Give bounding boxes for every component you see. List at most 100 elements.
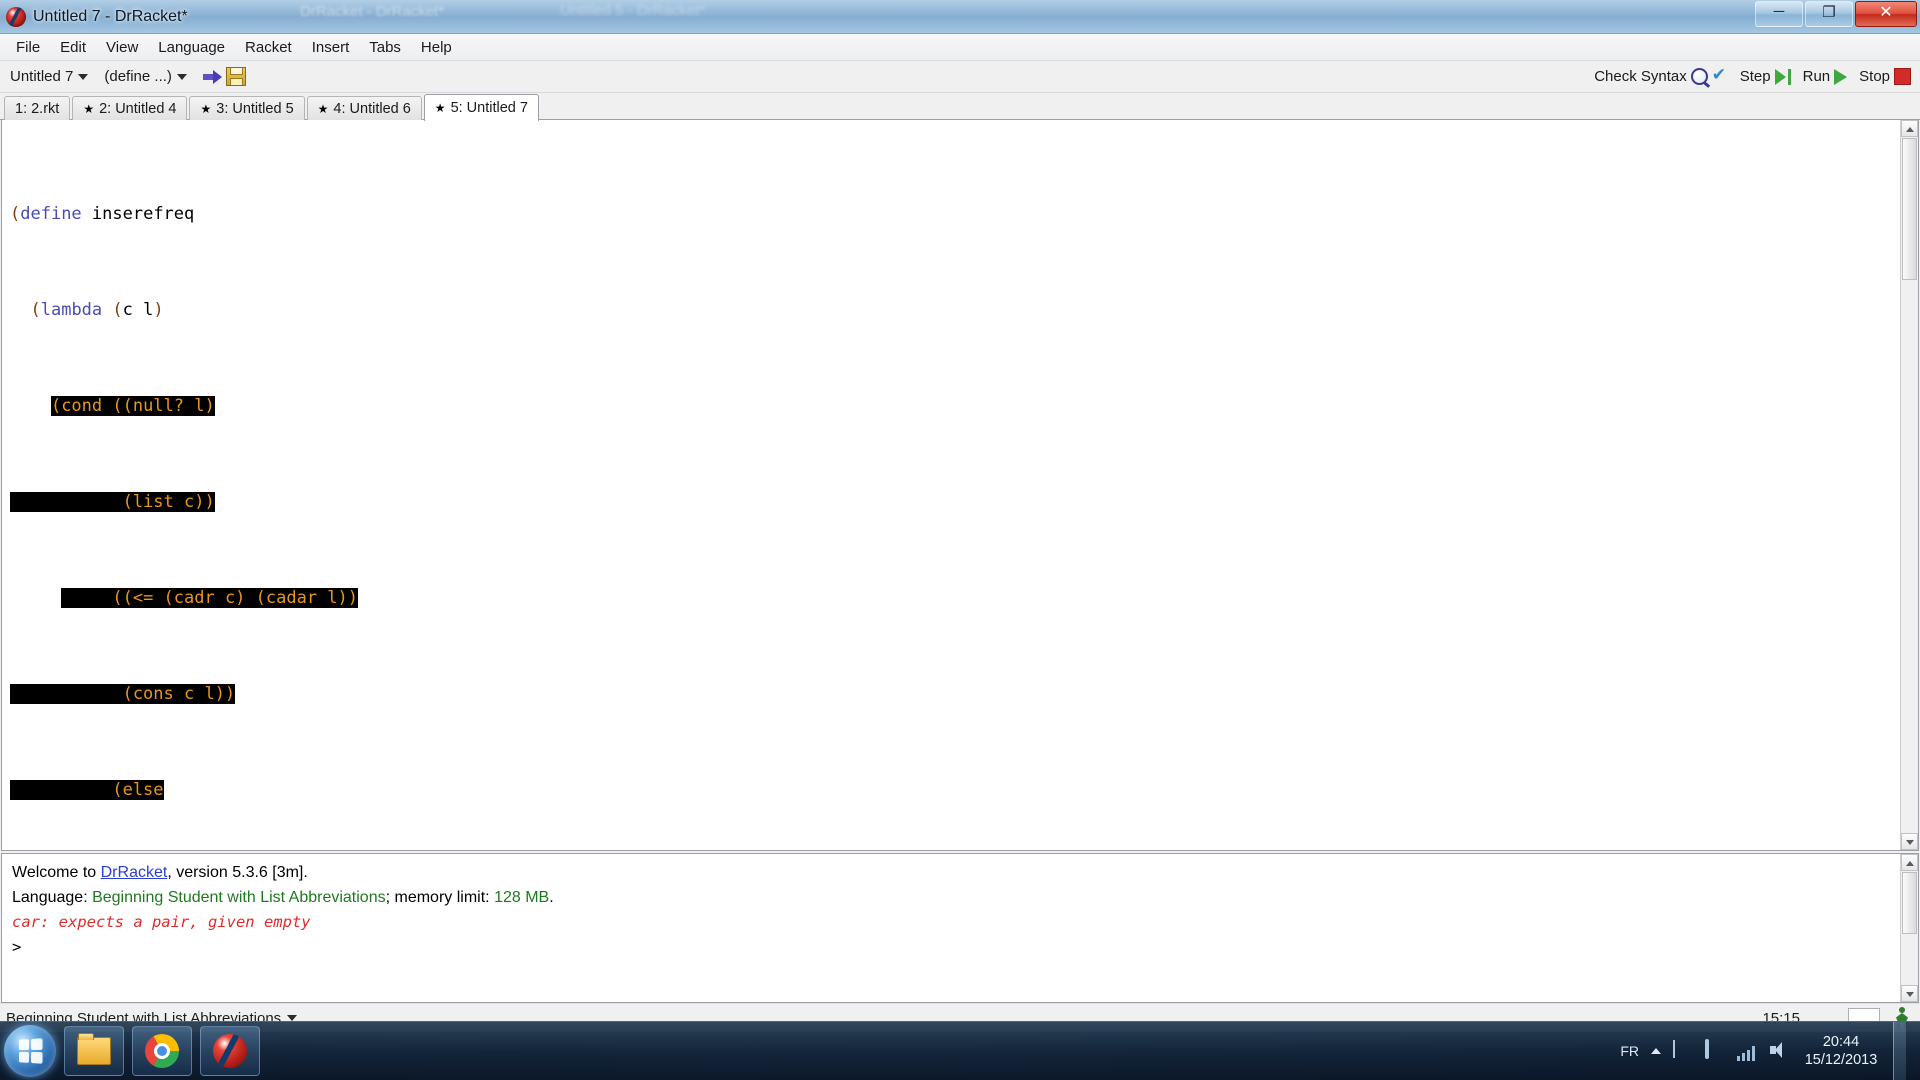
welcome-prefix: Welcome to [12, 864, 101, 881]
menu-view[interactable]: View [96, 37, 148, 58]
check-syntax-label: Check Syntax [1594, 68, 1687, 85]
racket-ball-icon [213, 1034, 247, 1068]
menu-language[interactable]: Language [148, 37, 235, 58]
tab-label: 4: Untitled 6 [333, 100, 411, 117]
drracket-link[interactable]: DrRacket [101, 864, 168, 881]
step-label: Step [1739, 68, 1771, 85]
repl-vertical-scrollbar[interactable] [1900, 854, 1918, 1002]
toolbar: Untitled 7 (define ...) Check Syntax Ste… [0, 61, 1920, 93]
minimize-button[interactable]: ─ [1755, 1, 1803, 27]
save-arrow-icon[interactable] [202, 69, 223, 85]
chevron-down-icon [176, 73, 187, 80]
scrollbar-thumb[interactable] [1902, 872, 1917, 934]
windows-taskbar: FR 20:44 15/12/2013 [0, 1021, 1920, 1080]
toolbar-icons [202, 67, 246, 86]
close-button[interactable]: ✕ [1855, 1, 1917, 27]
show-desktop-button[interactable] [1893, 1022, 1906, 1080]
scroll-down-arrow-icon[interactable] [1901, 985, 1918, 1002]
repl-output[interactable]: Welcome to DrRacket, version 5.3.6 [3m].… [2, 854, 1900, 1002]
language-name: Beginning Student with List Abbreviation… [92, 889, 386, 906]
menu-file[interactable]: File [6, 37, 50, 58]
tray-language-indicator[interactable]: FR [1620, 1043, 1639, 1059]
stop-button[interactable]: Stop [1854, 66, 1916, 87]
unsaved-star-icon: ★ [200, 101, 212, 116]
file-selector-dropdown[interactable]: Untitled 7 [4, 67, 94, 86]
system-tray: FR 20:44 15/12/2013 [1620, 1022, 1920, 1080]
checkmark-icon [1712, 65, 1728, 85]
code-line-7: (else [10, 780, 164, 800]
definitions-selector-label: (define ...) [104, 68, 172, 85]
window-title: Untitled 7 - DrRacket* [33, 7, 188, 25]
action-center-flag-icon[interactable] [1673, 1040, 1693, 1061]
play-icon [1834, 68, 1848, 85]
network-bars-icon[interactable] [1737, 1041, 1757, 1061]
taskbar-clock[interactable]: 20:44 15/12/2013 [1801, 1033, 1881, 1069]
tab-2-untitled-4[interactable]: ★ 2: Untitled 4 [72, 96, 188, 120]
tab-3-untitled-5[interactable]: ★ 3: Untitled 5 [189, 96, 305, 120]
scroll-up-arrow-icon[interactable] [1901, 854, 1918, 871]
ghost-window-title-1: DrRacket - DrRacket* [300, 3, 445, 20]
unsaved-star-icon: ★ [434, 101, 446, 115]
step-button[interactable]: Step [1735, 66, 1796, 87]
minimize-icon: ─ [1773, 3, 1785, 20]
scrollbar-thumb[interactable] [1902, 138, 1917, 280]
titlebar-glass [0, 0, 1920, 33]
run-label: Run [1802, 68, 1831, 85]
stop-square-icon [1894, 68, 1911, 85]
scroll-down-arrow-icon[interactable] [1901, 833, 1918, 850]
chevron-down-icon [78, 73, 89, 80]
maximize-button[interactable]: ❐ [1805, 1, 1853, 27]
tab-label: 5: Untitled 7 [450, 100, 528, 116]
code-line-2: (lambda (c l) [30, 300, 164, 320]
floppy-disk-icon[interactable] [225, 67, 246, 86]
interactions-pane: Welcome to DrRacket, version 5.3.6 [3m].… [1, 853, 1919, 1003]
editor-vertical-scrollbar[interactable] [1900, 120, 1918, 850]
language-mid: ; memory limit: [385, 889, 495, 906]
code-line-4: (list c)) [10, 492, 215, 512]
windows-start-orb-icon[interactable] [4, 1025, 56, 1077]
menu-insert[interactable]: Insert [302, 37, 360, 58]
chevron-up-icon[interactable] [1651, 1048, 1661, 1054]
code-line-6: (cons c l)) [10, 684, 236, 704]
repl-language-line: Language: Beginning Student with List Ab… [12, 885, 1900, 910]
menu-tabs[interactable]: Tabs [359, 37, 411, 58]
code-editor[interactable]: (define inserefreq (lambda (c l) (cond (… [2, 120, 1900, 850]
stop-label: Stop [1859, 68, 1890, 85]
magnifier-icon [1690, 68, 1708, 85]
tab-5-untitled-7[interactable]: ★ 5: Untitled 7 [423, 94, 539, 121]
display-icon[interactable] [1705, 1039, 1725, 1061]
menu-help[interactable]: Help [411, 37, 462, 58]
tabstrip: 1: 2.rkt ★ 2: Untitled 4 ★ 3: Untitled 5… [0, 93, 1920, 121]
memory-limit: 128 MB [494, 889, 550, 906]
speaker-icon[interactable] [1769, 1041, 1789, 1061]
tab-label: 1: 2.rkt [15, 100, 60, 117]
check-syntax-button[interactable]: Check Syntax [1589, 65, 1733, 87]
menu-edit[interactable]: Edit [50, 37, 96, 58]
maximize-icon: ❐ [1822, 4, 1836, 21]
tab-1-2-rkt[interactable]: 1: 2.rkt [4, 96, 71, 120]
code-line-5: ((<= (cadr c) (cadar l)) [61, 588, 358, 608]
file-selector-label: Untitled 7 [10, 68, 74, 85]
window-titlebar: DrRacket - DrRacket* Untitled 5 - DrRack… [0, 0, 1920, 34]
window-controls: ─ ❐ ✕ [1755, 0, 1920, 29]
code-line-1: (define inserefreq [10, 204, 195, 224]
tab-label: 3: Untitled 5 [216, 100, 294, 117]
taskbar-item-google-chrome[interactable] [132, 1026, 192, 1076]
taskbar-date: 15/12/2013 [1804, 1052, 1878, 1068]
definitions-selector-dropdown[interactable]: (define ...) [98, 67, 193, 86]
welcome-suffix: , version 5.3.6 [3m]. [167, 864, 308, 881]
folder-icon [77, 1033, 111, 1065]
language-end: . [549, 889, 554, 906]
tab-label: 2: Untitled 4 [99, 100, 177, 117]
taskbar-item-file-explorer[interactable] [64, 1026, 124, 1076]
close-icon: ✕ [1879, 4, 1893, 21]
scroll-up-arrow-icon[interactable] [1901, 120, 1918, 137]
repl-prompt[interactable]: > [12, 935, 1900, 960]
taskbar-item-drracket[interactable] [200, 1026, 260, 1076]
menu-racket[interactable]: Racket [235, 37, 302, 58]
run-button[interactable]: Run [1798, 66, 1853, 87]
code-line-3: (cond ((null? l) [50, 396, 215, 416]
tab-4-untitled-6[interactable]: ★ 4: Untitled 6 [306, 96, 422, 120]
chrome-icon [145, 1034, 179, 1068]
toolbar-right-group: Check Syntax Step Run Stop [1589, 61, 1916, 92]
